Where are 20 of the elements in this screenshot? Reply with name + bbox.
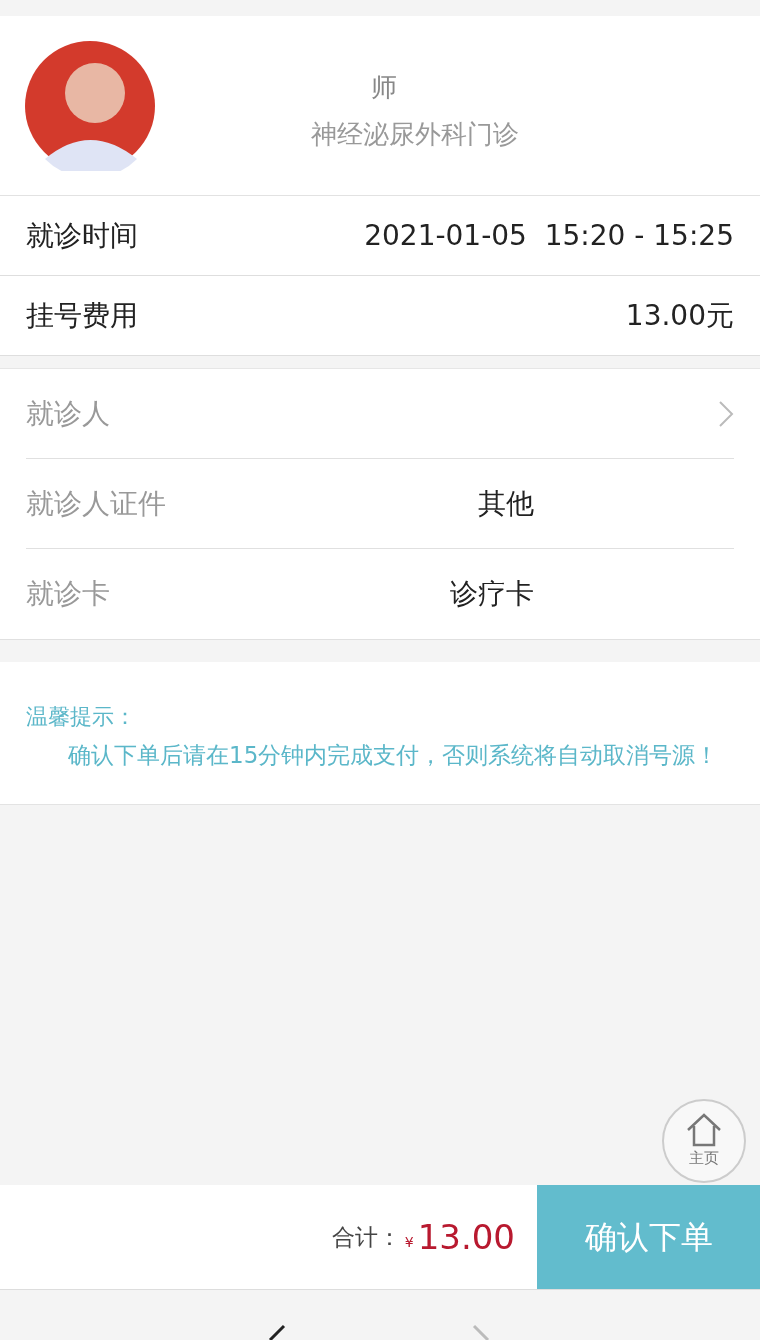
- notice-text: 确认下单后请在15分钟内完成支付，否则系统将自动取消号源！: [67, 741, 720, 770]
- currency-symbol: ¥: [404, 1232, 414, 1252]
- total-label: 合计：: [331, 1222, 401, 1252]
- row-value: 2021-01-05 15:20 - 15:25: [364, 217, 734, 254]
- row-value: 13.00元: [625, 297, 734, 334]
- notice-title: 温馨提示：: [26, 703, 137, 731]
- row-value: 诊疗卡: [450, 576, 534, 612]
- row-label: 就诊时间: [26, 217, 138, 254]
- row-label: 就诊卡: [26, 576, 110, 612]
- row-label: 挂号费用: [26, 297, 138, 334]
- total-amount: 13.00: [417, 1215, 515, 1259]
- doctor-title: 师: [371, 70, 397, 104]
- department-name: 神经泌尿外科门诊: [311, 117, 519, 151]
- home-button[interactable]: 主页: [662, 1099, 746, 1183]
- row-label: 就诊人证件: [26, 485, 166, 522]
- avatar-icon: [25, 40, 155, 171]
- chevron-right-icon[interactable]: [718, 399, 734, 428]
- home-icon: [686, 1112, 722, 1147]
- row-label: 就诊人: [26, 395, 110, 432]
- row-value: 其他: [478, 485, 534, 522]
